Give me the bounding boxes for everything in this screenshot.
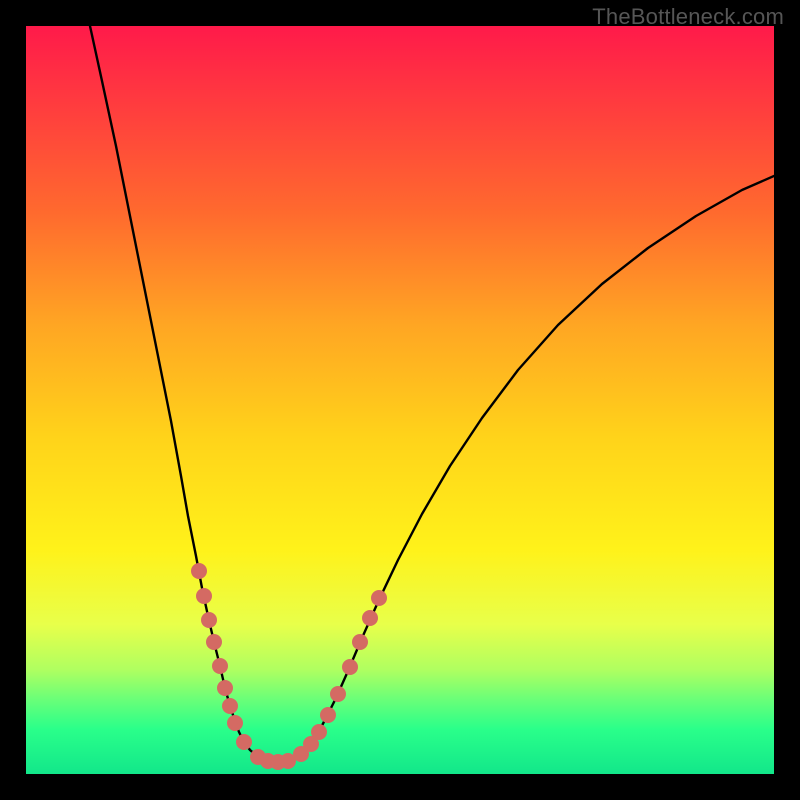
- marker-dot: [201, 612, 217, 628]
- watermark-label: TheBottleneck.com: [592, 4, 784, 30]
- marker-dot: [222, 698, 238, 714]
- marker-dot: [362, 610, 378, 626]
- marker-dot: [311, 724, 327, 740]
- marker-dot: [352, 634, 368, 650]
- chart-plot-area: [26, 26, 774, 774]
- marker-dot: [206, 634, 222, 650]
- marker-dot: [236, 734, 252, 750]
- marker-dot: [227, 715, 243, 731]
- curve-left-curve: [90, 26, 278, 762]
- chart-canvas: [26, 26, 774, 774]
- marker-dot: [196, 588, 212, 604]
- marker-dot: [371, 590, 387, 606]
- marker-dot: [342, 659, 358, 675]
- marker-dot: [217, 680, 233, 696]
- marker-dot: [330, 686, 346, 702]
- marker-dot: [191, 563, 207, 579]
- marker-dot: [320, 707, 336, 723]
- marker-dot: [212, 658, 228, 674]
